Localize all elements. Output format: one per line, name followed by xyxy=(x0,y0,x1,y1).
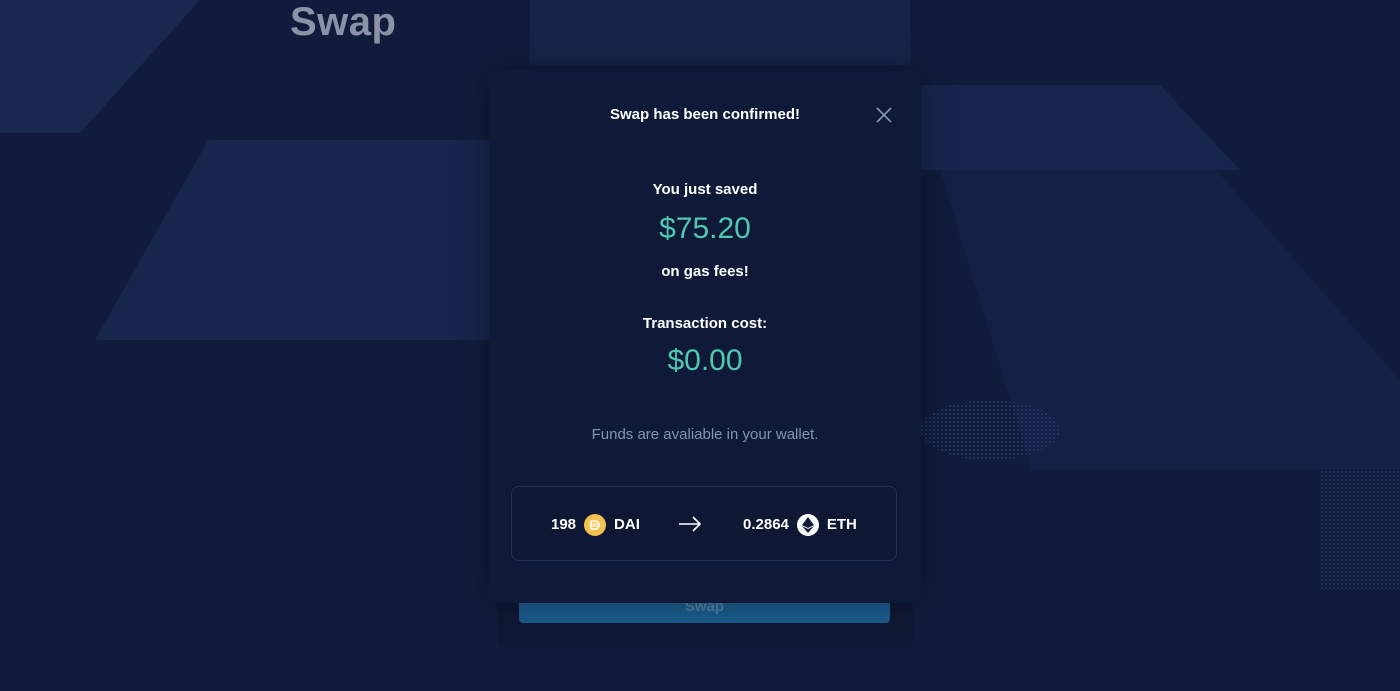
close-icon xyxy=(876,107,892,123)
from-token-symbol: DAI xyxy=(614,516,640,533)
to-token-symbol: ETH xyxy=(826,516,857,533)
saved-label: You just saved xyxy=(652,181,758,198)
swap-confirmed-modal: Swap has been confirmed! You just saved … xyxy=(489,70,921,603)
saved-amount: $75.20 xyxy=(659,212,751,245)
arrow-right-icon xyxy=(679,516,702,532)
background-dots xyxy=(1320,470,1400,590)
from-token-group: 198 DAI xyxy=(551,487,640,562)
swap-summary: 198 DAI 0.2864 ETH xyxy=(511,486,897,561)
background-dots xyxy=(920,400,1060,460)
to-amount: 0.2864 xyxy=(743,516,789,533)
page-title: Swap xyxy=(290,0,397,44)
to-token-group: 0.2864 ETH xyxy=(743,487,857,562)
funds-available-message: Funds are avaliable in your wallet. xyxy=(591,426,819,443)
modal-title: Swap has been confirmed! xyxy=(609,106,801,123)
background-shape xyxy=(0,0,200,133)
gas-fees-label: on gas fees! xyxy=(661,263,749,280)
close-button[interactable] xyxy=(875,106,893,124)
background-shape xyxy=(95,140,515,340)
transaction-cost-label: Transaction cost: xyxy=(642,315,768,332)
transaction-cost-amount: $0.00 xyxy=(667,344,743,377)
from-amount: 198 xyxy=(551,516,577,533)
eth-token-icon xyxy=(796,513,819,536)
dai-token-icon xyxy=(584,513,607,536)
background-shape xyxy=(530,0,910,65)
background-shape xyxy=(920,85,1240,170)
